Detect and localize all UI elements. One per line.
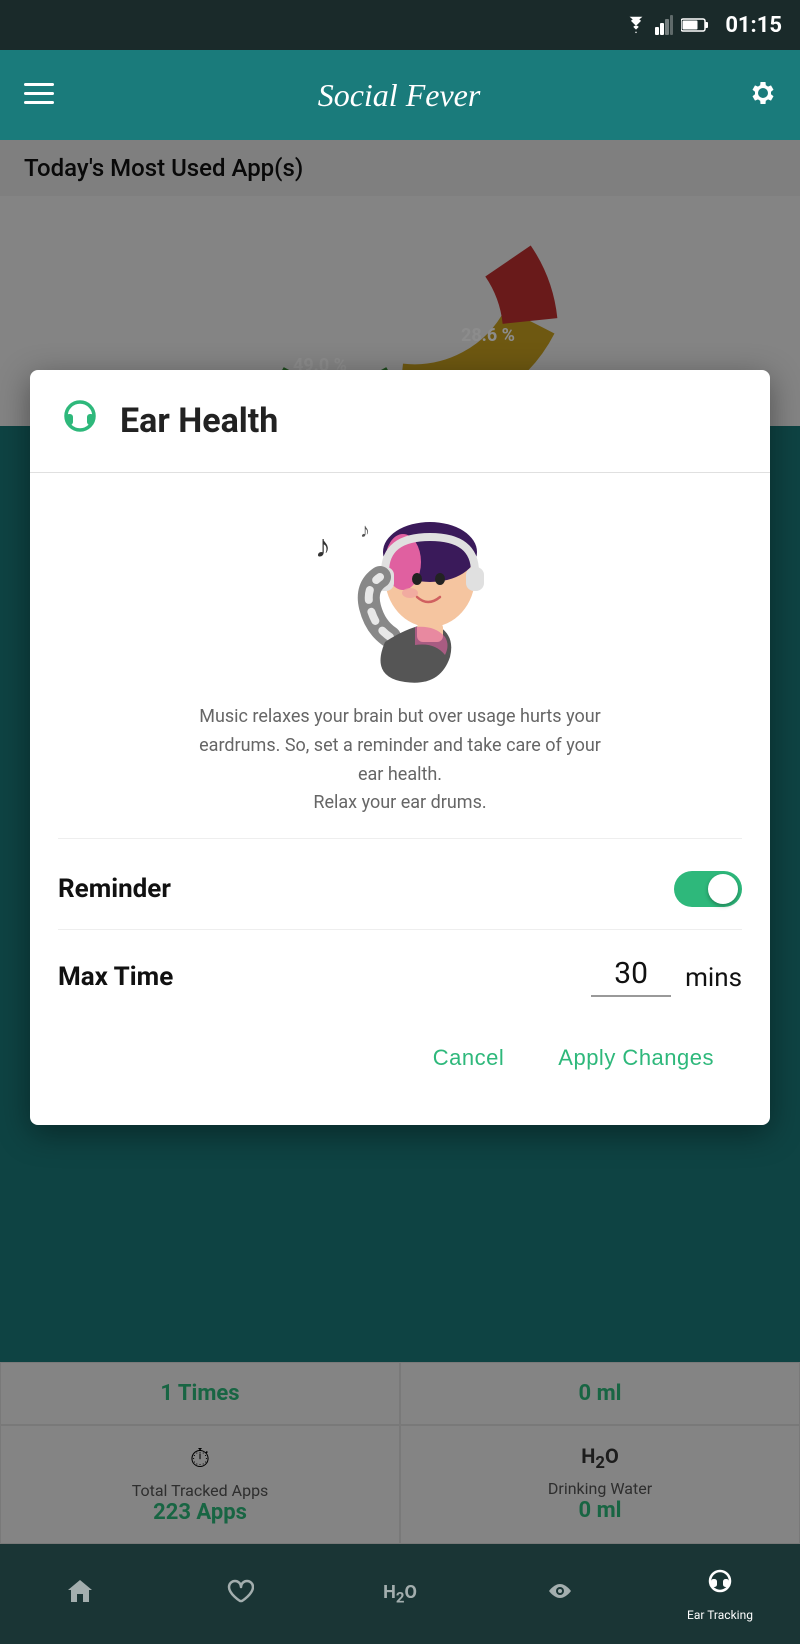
eye-icon xyxy=(546,1579,574,1610)
modal-divider xyxy=(58,838,742,839)
maxtime-value[interactable]: 30 xyxy=(591,956,671,997)
illustration-area: ♪ ♪ xyxy=(58,473,742,703)
battery-icon xyxy=(681,17,709,33)
hamburger-icon[interactable] xyxy=(24,79,54,112)
modal-header: Ear Health xyxy=(30,370,770,473)
bottom-nav: H2O Ear Tracking xyxy=(0,1544,800,1644)
app-bar: Social Fever xyxy=(0,50,800,140)
apply-changes-button[interactable]: Apply Changes xyxy=(540,1035,732,1081)
modal-actions: Cancel Apply Changes xyxy=(58,1025,742,1105)
settings-icon[interactable] xyxy=(744,77,776,113)
nav-heart[interactable] xyxy=(160,1577,320,1612)
ear-health-modal: Ear Health ♪ ♪ xyxy=(30,370,770,1125)
wifi-icon xyxy=(625,16,647,34)
home-icon xyxy=(66,1577,94,1612)
svg-text:♪: ♪ xyxy=(315,527,331,565)
headphones-icon xyxy=(58,394,102,438)
maxtime-row: Max Time 30 mins xyxy=(58,940,742,1025)
app-bar-title: Social Fever xyxy=(318,77,481,114)
ear-health-header-icon xyxy=(58,394,102,448)
maxtime-input-wrap: 30 mins xyxy=(591,956,742,997)
nav-home[interactable] xyxy=(0,1577,160,1612)
reminder-row: Reminder xyxy=(58,849,742,929)
maxtime-unit: mins xyxy=(685,963,742,997)
nav-ear-tracking-label: Ear Tracking xyxy=(687,1608,753,1622)
status-bar: 01:15 xyxy=(0,0,800,50)
nav-eye[interactable] xyxy=(480,1579,640,1610)
toggle-thumb xyxy=(708,874,738,904)
reminder-toggle[interactable] xyxy=(674,871,742,907)
modal-body: ♪ ♪ xyxy=(30,473,770,1125)
maxtime-label: Max Time xyxy=(58,962,591,992)
nav-water[interactable]: H2O xyxy=(320,1582,480,1607)
modal-divider-2 xyxy=(58,929,742,930)
modal-title: Ear Health xyxy=(120,401,278,441)
reminder-label: Reminder xyxy=(58,874,171,904)
svg-text:♪: ♪ xyxy=(360,518,370,542)
ear-tracking-nav-icon xyxy=(706,1567,734,1602)
modal-description: Music relaxes your brain but over usage … xyxy=(58,703,742,838)
nav-ear-tracking[interactable]: Ear Tracking xyxy=(640,1567,800,1622)
water-nav-icon: H2O xyxy=(383,1582,417,1607)
cancel-button[interactable]: Cancel xyxy=(415,1035,522,1081)
heart-icon xyxy=(226,1577,254,1612)
signal-icon xyxy=(655,15,673,35)
status-icons xyxy=(625,15,709,35)
character-illustration: ♪ ♪ xyxy=(285,497,515,687)
status-time: 01:15 xyxy=(725,13,782,38)
